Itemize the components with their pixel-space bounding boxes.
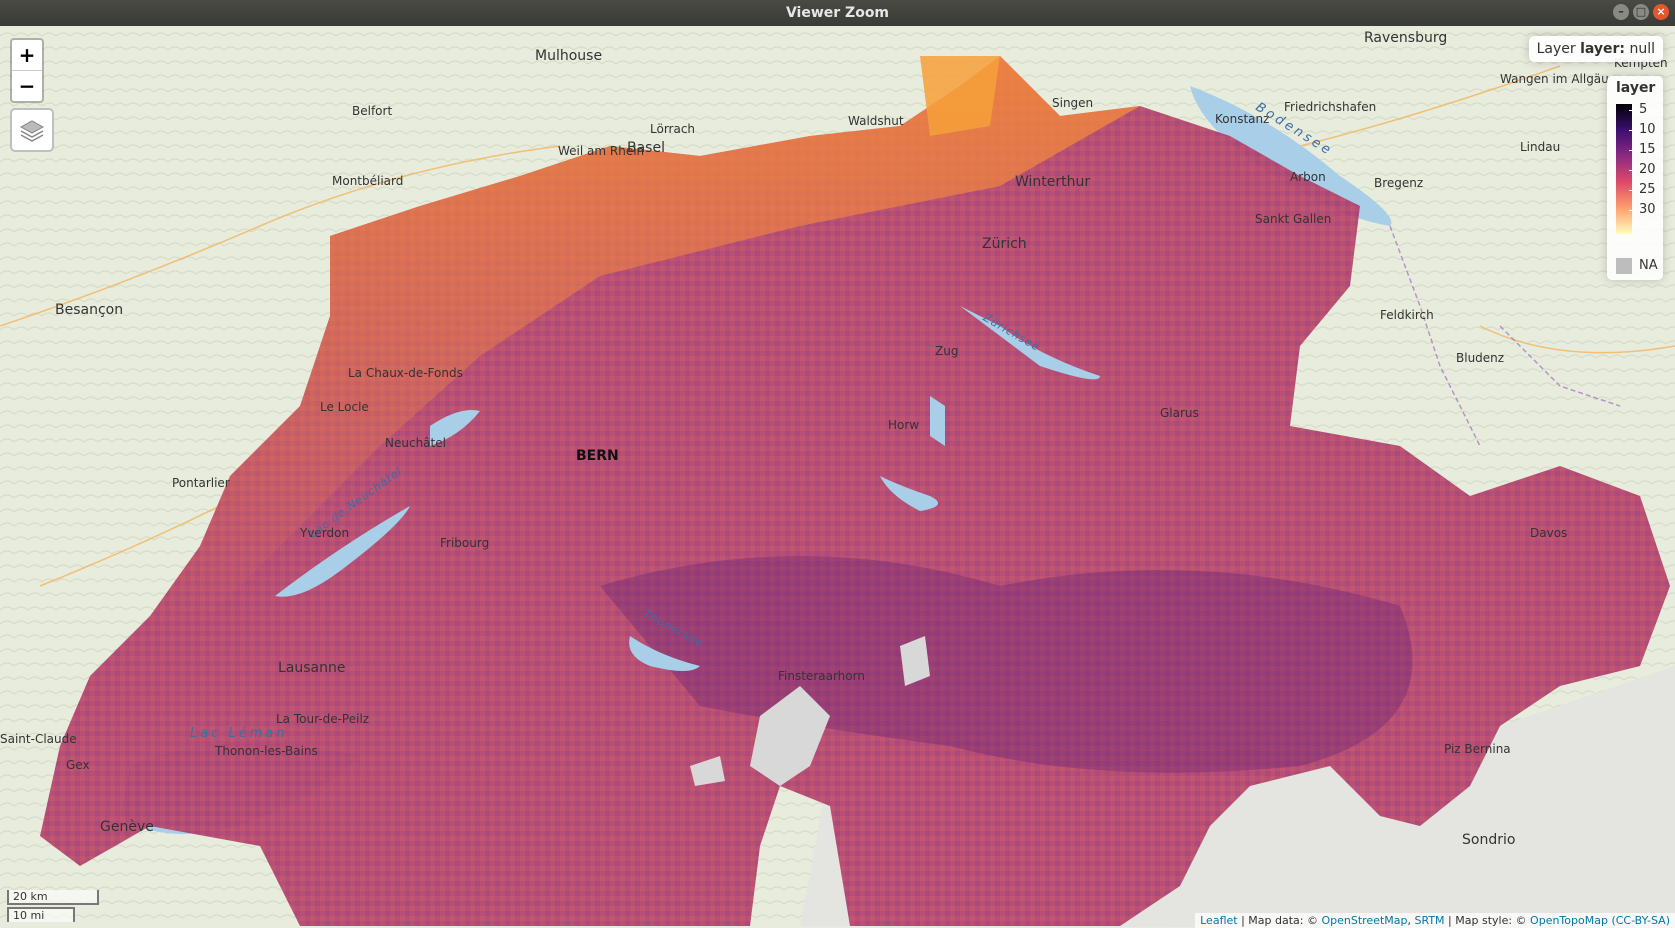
legend-tickmark	[1629, 130, 1634, 131]
place-label-bregenz: Bregenz	[1374, 176, 1424, 190]
info-prefix: Layer	[1536, 41, 1581, 57]
osm-link[interactable]: OpenStreetMap	[1321, 914, 1407, 927]
scale-mi: 10 mi	[7, 907, 75, 922]
legend-na-label: NA	[1639, 258, 1658, 273]
layers-icon	[19, 120, 45, 142]
legend-na-swatch	[1616, 258, 1632, 274]
minimize-icon[interactable]: –	[1613, 4, 1629, 20]
place-label-bludenz: Bludenz	[1456, 351, 1505, 365]
place-label-waldshut: Waldshut	[848, 114, 904, 128]
opentopomap-link[interactable]: OpenTopoMap	[1530, 914, 1608, 927]
place-label-arbon: Arbon	[1290, 170, 1326, 184]
attribution: Leaflet | Map data: © OpenStreetMap, SRT…	[1195, 913, 1675, 928]
place-label-thonon: Thonon-les-Bains	[215, 744, 318, 758]
lake-label-leman: Lac Léman	[190, 726, 288, 741]
layers-button[interactable]	[10, 108, 54, 152]
place-label-lausanne: Lausanne	[278, 660, 346, 676]
legend-color-ramp	[1616, 104, 1632, 234]
place-label-lindau: Lindau	[1520, 140, 1561, 154]
zoom-control: + −	[10, 38, 44, 103]
window-title: Viewer Zoom	[785, 5, 890, 21]
legend-tickmark	[1629, 210, 1634, 211]
place-label-davos: Davos	[1530, 526, 1568, 540]
place-label-wangen: Wangen im Allgäu	[1500, 72, 1609, 86]
place-label-horw: Horw	[888, 418, 920, 432]
place-label-saintclaude: Saint-Claude	[0, 732, 77, 746]
place-label-belfort: Belfort	[352, 104, 393, 118]
srtm-link[interactable]: SRTM	[1415, 914, 1445, 927]
legend-tick-label: 10	[1639, 122, 1656, 137]
legend: layer 5 10 15 20 25 30 NA	[1607, 76, 1663, 280]
info-layer-name: layer:	[1580, 41, 1626, 57]
place-label-zurich: Zürich	[982, 236, 1027, 252]
place-label-gex: Gex	[66, 758, 90, 772]
close-icon[interactable]: ×	[1653, 4, 1669, 20]
window-titlebar: Viewer Zoom – □ ×	[0, 0, 1675, 27]
place-label-winterthur: Winterthur	[1015, 174, 1091, 190]
scale-bar: 20 km 10 mi	[7, 888, 99, 922]
window-controls: – □ ×	[1613, 4, 1669, 20]
place-label-ravensburg: Ravensburg	[1364, 30, 1448, 46]
legend-tick-label: 25	[1639, 182, 1656, 197]
legend-tick-label: 20	[1639, 162, 1656, 177]
place-label-mulhouse: Mulhouse	[535, 48, 603, 64]
place-label-geneve: Genève	[100, 819, 154, 835]
place-label-zug: Zug	[935, 344, 959, 358]
attrib-sep: | Map style: ©	[1444, 914, 1531, 927]
map-viewport[interactable]: Mulhouse Ravensburg Besançon Belfort Bas…	[0, 26, 1675, 928]
place-label-besancon: Besançon	[55, 302, 124, 318]
place-label-montbeliard: Montbéliard	[332, 174, 404, 188]
place-label-latour: La Tour-de-Peilz	[276, 712, 370, 726]
attrib-sep: ,	[1407, 914, 1415, 927]
legend-tick-label: 30	[1639, 202, 1656, 217]
legend-tickmark	[1629, 110, 1634, 111]
basemap	[0, 26, 1675, 928]
place-label-weil: Weil am Rhein	[558, 144, 645, 158]
layer-info-box: Layer layer: null	[1528, 36, 1663, 62]
leaflet-link[interactable]: Leaflet	[1200, 914, 1237, 927]
legend-tick-label: 15	[1639, 142, 1656, 157]
place-label-finsteraarhorn: Finsteraarhorn	[778, 669, 865, 683]
place-label-glarus: Glarus	[1160, 406, 1199, 420]
legend-tick-label: 5	[1639, 102, 1648, 117]
zoom-in-button[interactable]: +	[12, 40, 42, 70]
legend-title: layer	[1616, 80, 1656, 96]
place-label-sanktgallen: Sankt Gallen	[1255, 212, 1332, 226]
legend-tickmark	[1629, 190, 1634, 191]
place-label-lachauxdefonds: La Chaux-de-Fonds	[348, 366, 463, 380]
license-link[interactable]: (CC-BY-SA)	[1611, 914, 1670, 927]
legend-tickmark	[1629, 170, 1634, 171]
maximize-icon[interactable]: □	[1633, 4, 1649, 20]
place-label-friedrichshafen: Friedrichshafen	[1284, 100, 1377, 114]
place-label-lorrach: Lörrach	[650, 122, 696, 136]
place-label-sondrio: Sondrio	[1462, 832, 1516, 848]
place-label-pontarlier: Pontarlier	[172, 476, 230, 490]
place-label-feldkirch: Feldkirch	[1380, 308, 1434, 322]
place-label-fribourg: Fribourg	[440, 536, 490, 550]
place-label-singen: Singen	[1052, 96, 1094, 110]
attrib-sep: | Map data: ©	[1237, 914, 1322, 927]
legend-tickmark	[1629, 150, 1634, 151]
zoom-out-button[interactable]: −	[12, 70, 42, 101]
place-label-bern: BERN	[576, 448, 619, 464]
place-label-lelocle: Le Locle	[320, 400, 369, 414]
place-label-neuchatel: Neuchâtel	[385, 436, 446, 450]
scale-km: 20 km	[7, 890, 99, 905]
info-value: null	[1625, 41, 1655, 57]
place-label-pizbernina: Piz Bernina	[1444, 742, 1511, 756]
